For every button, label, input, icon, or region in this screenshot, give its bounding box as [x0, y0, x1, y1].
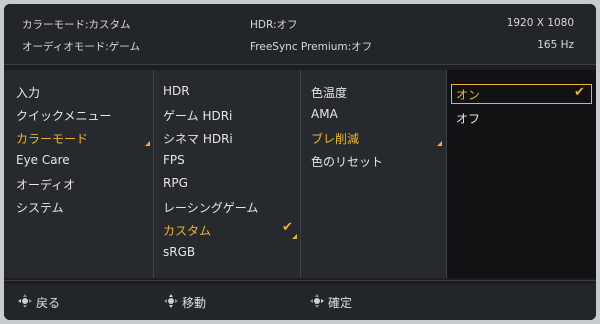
selected-check-icon: ✔ [574, 85, 585, 100]
submenu-arrow-icon [145, 141, 150, 146]
menu-item-system[interactable]: システム [16, 199, 64, 216]
menu-item-quick-menu[interactable]: クイックメニュー [16, 107, 112, 124]
mode-item-rpg[interactable]: RPG [163, 176, 188, 190]
freesync-status: FreeSync Premium:オフ [250, 41, 373, 53]
hdr-status: HDR:オフ [250, 19, 298, 31]
dpad-left-icon [18, 294, 32, 308]
mode-column: HDR ゲーム HDRi シネマ HDRi FPS RPG レーシングゲーム カ… [154, 70, 300, 278]
menu-item-color-mode[interactable]: カラーモード [16, 130, 88, 147]
resolution-status: 1920 X 1080 [506, 17, 574, 29]
setting-item-ama[interactable]: AMA [311, 107, 338, 121]
menu-item-eye-care[interactable]: Eye Care [16, 153, 70, 167]
monitor-osd: カラーモード:カスタム オーディオモード:ゲーム HDR:オフ FreeSync… [4, 4, 596, 320]
header-divider [4, 64, 596, 65]
setting-item-color-reset[interactable]: 色のリセット [311, 153, 383, 170]
settings-column: 色温度 AMA ブレ削減 色のリセット [301, 70, 446, 278]
dpad-confirm-icon [310, 294, 324, 308]
color-mode-status: カラーモード:カスタム [22, 19, 131, 31]
footer-divider [4, 280, 596, 281]
hint-back: 戻る [36, 296, 61, 310]
dpad-move-icon [164, 294, 178, 308]
mode-item-game-hdri[interactable]: ゲーム HDRi [163, 107, 232, 124]
setting-item-color-temp[interactable]: 色温度 [311, 84, 347, 101]
hint-confirm: 確定 [328, 296, 353, 310]
submenu-arrow-icon [437, 141, 442, 146]
refresh-rate-status: 165 Hz [537, 39, 574, 51]
option-off[interactable]: オフ [456, 110, 480, 127]
mode-item-fps[interactable]: FPS [163, 153, 185, 167]
audio-mode-status: オーディオモード:ゲーム [22, 41, 140, 53]
menu-item-input[interactable]: 入力 [16, 84, 40, 101]
main-menu-column: 入力 クイックメニュー カラーモード Eye Care オーディオ システム [4, 70, 153, 278]
mode-item-racing-game[interactable]: レーシングゲーム [163, 199, 258, 216]
setting-item-motion-blur-reduction[interactable]: ブレ削減 [311, 130, 359, 147]
submenu-arrow-icon [292, 234, 297, 239]
menu-item-audio[interactable]: オーディオ [16, 176, 75, 193]
mode-item-hdr[interactable]: HDR [163, 84, 190, 98]
mode-item-cinema-hdri[interactable]: シネマ HDRi [163, 130, 233, 147]
mode-item-srgb[interactable]: sRGB [163, 245, 195, 259]
option-on[interactable]: オン [456, 86, 480, 103]
hint-move: 移動 [182, 296, 207, 310]
status-header: カラーモード:カスタム オーディオモード:ゲーム HDR:オフ FreeSync… [4, 4, 596, 64]
footer-hints: 戻る 移動 確定 [4, 284, 596, 320]
mode-item-custom[interactable]: カスタム [163, 222, 211, 239]
selected-check-icon: ✔ [282, 220, 293, 235]
